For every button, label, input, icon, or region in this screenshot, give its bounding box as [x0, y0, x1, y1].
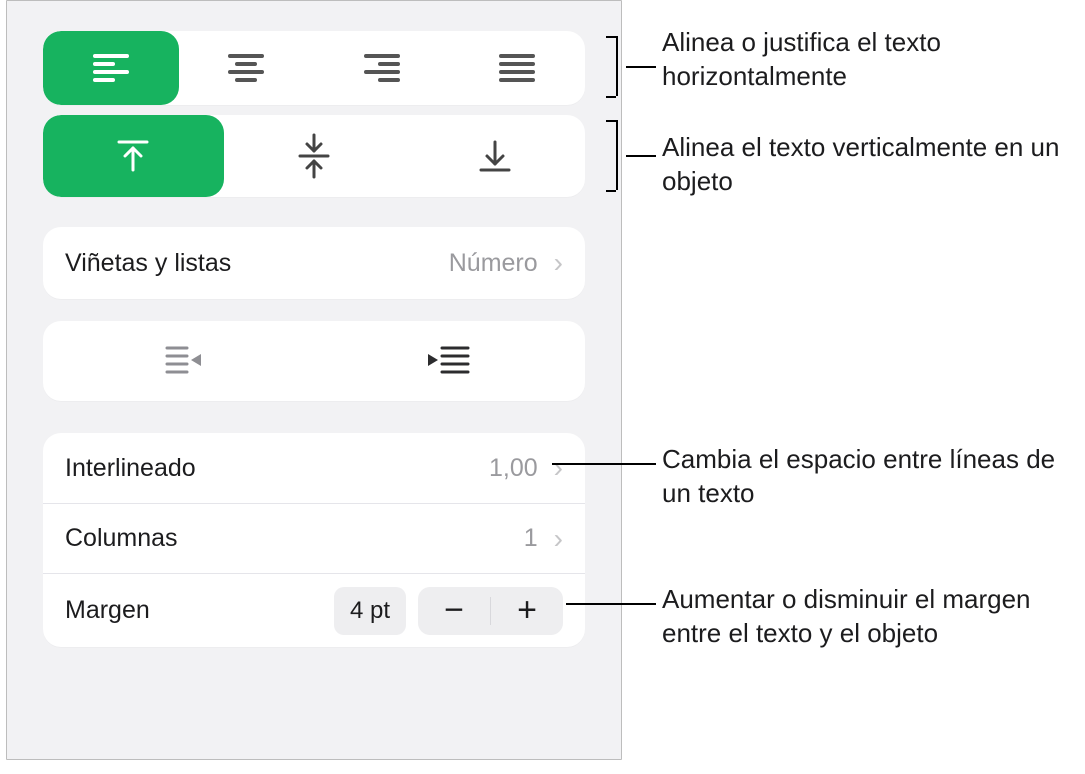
- chevron-right-icon: ›: [554, 247, 563, 279]
- chevron-right-icon: ›: [554, 523, 563, 555]
- align-middle-button[interactable]: [224, 115, 405, 197]
- indent-group: [43, 321, 585, 401]
- margin-row: Margen 4 pt − +: [43, 573, 585, 647]
- line-spacing-value: 1,00: [489, 454, 538, 483]
- align-center-icon: [228, 54, 264, 82]
- align-bottom-button[interactable]: [404, 115, 585, 197]
- align-right-button[interactable]: [314, 31, 450, 105]
- columns-label: Columnas: [65, 524, 524, 553]
- bullets-label: Viñetas y listas: [65, 249, 449, 278]
- format-panel-frame: Viñetas y listas Número ›: [6, 0, 622, 760]
- callout-bracket: [616, 120, 618, 190]
- chevron-right-icon: ›: [554, 452, 563, 484]
- align-justify-icon: [499, 54, 535, 82]
- margin-increase-button[interactable]: +: [491, 587, 563, 635]
- bullets-value: Número: [449, 249, 538, 278]
- align-top-button[interactable]: [43, 115, 224, 197]
- line-spacing-label: Interlineado: [65, 454, 489, 483]
- margin-label: Margen: [65, 596, 334, 625]
- callout-line: [566, 603, 656, 605]
- align-justify-button[interactable]: [450, 31, 586, 105]
- callout-valign: Alinea el texto verticalmente en un obje…: [662, 131, 1072, 199]
- callout-line: [626, 66, 656, 68]
- callout-halign: Alinea o justifica el texto horizontalme…: [662, 26, 1072, 94]
- align-bottom-icon: [475, 136, 515, 176]
- columns-row[interactable]: Columnas 1 ›: [43, 503, 585, 573]
- columns-value: 1: [524, 524, 538, 553]
- outdent-button[interactable]: [43, 321, 314, 401]
- indent-button[interactable]: [314, 321, 585, 401]
- align-left-icon: [93, 54, 129, 82]
- callout-line-spacing: Cambia el espacio entre líneas de un tex…: [662, 443, 1062, 511]
- margin-stepper: − +: [418, 587, 563, 635]
- line-spacing-row[interactable]: Interlineado 1,00 ›: [43, 433, 585, 503]
- indent-icon: [428, 344, 472, 378]
- callout-margin: Aumentar o disminuir el margen entre el …: [662, 583, 1082, 651]
- margin-decrease-button[interactable]: −: [418, 587, 490, 635]
- format-panel: Viñetas y listas Número ›: [43, 1, 585, 647]
- spacing-card: Interlineado 1,00 › Columnas 1 › Margen …: [43, 433, 585, 647]
- align-left-button[interactable]: [43, 31, 179, 105]
- vertical-align-group: [43, 115, 585, 197]
- align-right-icon: [364, 54, 400, 82]
- callout-line: [552, 463, 656, 465]
- outdent-icon: [157, 344, 201, 378]
- horizontal-align-group: [43, 31, 585, 105]
- margin-value: 4 pt: [334, 587, 406, 635]
- bullets-lists-row[interactable]: Viñetas y listas Número ›: [43, 227, 585, 299]
- align-top-icon: [113, 136, 153, 176]
- align-center-button[interactable]: [179, 31, 315, 105]
- align-middle-icon: [294, 133, 334, 179]
- callout-line: [626, 155, 656, 157]
- callout-bracket: [616, 36, 618, 96]
